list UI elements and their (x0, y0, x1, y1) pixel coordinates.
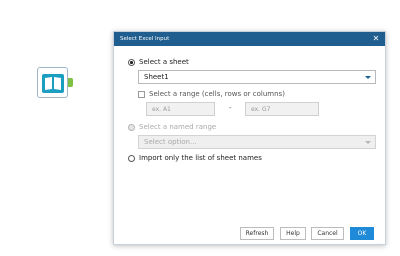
radio-select-named-range-label: Select a named range (139, 123, 217, 131)
named-range-dropdown: Select option... (138, 135, 376, 149)
named-range-dropdown-placeholder: Select option... (144, 138, 197, 146)
ok-button[interactable]: OK (350, 227, 374, 240)
range-start-placeholder: ex. A1 (152, 106, 171, 113)
radio-import-sheet-names-label: Import only the list of sheet names (139, 154, 262, 162)
radio-button[interactable] (128, 59, 135, 66)
input-data-tool-icon[interactable] (37, 67, 68, 98)
radio-button[interactable] (128, 155, 135, 162)
chevron-down-icon (365, 76, 371, 79)
sheet-dropdown[interactable]: Sheet1 (138, 70, 376, 84)
workflow-canvas[interactable]: Select Excel Input ✕ Select a sheet Shee… (0, 0, 400, 256)
tool-output-anchor[interactable] (68, 78, 73, 87)
close-icon[interactable]: ✕ (371, 34, 381, 44)
dialog-title-bar[interactable]: Select Excel Input ✕ (114, 32, 385, 46)
radio-button (128, 124, 135, 131)
help-button[interactable]: Help (280, 227, 306, 240)
checkbox[interactable] (138, 91, 145, 98)
sheet-dropdown-value: Sheet1 (144, 73, 169, 81)
checkbox-select-range-label: Select a range (cells, rows or columns) (149, 90, 285, 98)
chevron-down-icon (365, 141, 371, 144)
range-end-placeholder: ex. G7 (251, 106, 271, 113)
dialog-title: Select Excel Input (120, 36, 170, 42)
refresh-button[interactable]: Refresh (240, 227, 274, 240)
radio-select-sheet-label: Select a sheet (139, 58, 189, 66)
range-start-input[interactable]: ex. A1 (146, 102, 215, 116)
range-separator: - (229, 104, 232, 112)
range-end-input[interactable]: ex. G7 (245, 102, 319, 116)
cancel-button[interactable]: Cancel (311, 227, 344, 240)
book-icon (42, 74, 64, 93)
